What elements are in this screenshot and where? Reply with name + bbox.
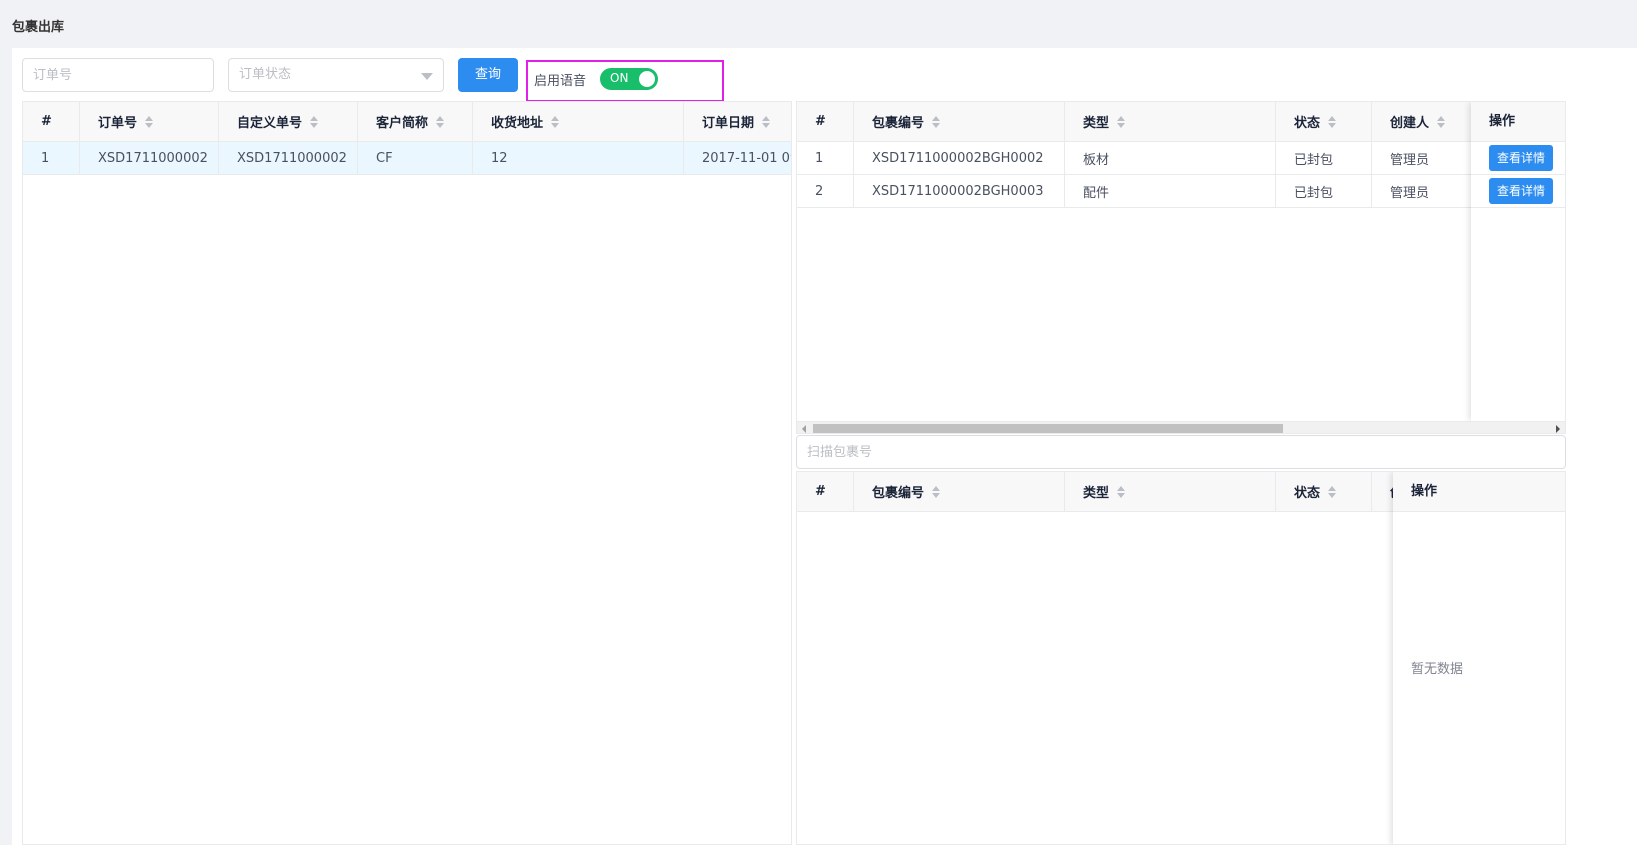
- cell-index: 1: [797, 142, 854, 174]
- cell-creator: 管理员: [1372, 142, 1472, 174]
- col-address[interactable]: 收货地址: [473, 102, 684, 141]
- scroll-right-icon[interactable]: [1556, 425, 1560, 433]
- col-type[interactable]: 类型: [1065, 472, 1276, 511]
- sort-icon[interactable]: [762, 115, 771, 128]
- cell-creator: 管理员: [1372, 175, 1472, 207]
- cell-status: 已封包: [1276, 175, 1372, 207]
- chevron-down-icon: [421, 73, 433, 80]
- sort-icon[interactable]: [551, 115, 560, 128]
- orders-table: # 订单号 自定义单号 客户简称 收货地址 订单日期 1 XSD17110000…: [22, 101, 792, 845]
- cell-status: 已封包: [1276, 142, 1372, 174]
- col-package-no[interactable]: 包裹编号: [854, 472, 1065, 511]
- voice-switch-text: ON: [610, 71, 629, 85]
- voice-label: 启用语音: [534, 74, 587, 89]
- order-no-input[interactable]: [22, 58, 214, 92]
- switch-knob: [639, 71, 655, 87]
- page-title: 包裹出库: [12, 20, 65, 35]
- sort-icon[interactable]: [1437, 115, 1446, 128]
- query-button[interactable]: 查询: [458, 58, 518, 92]
- sort-icon[interactable]: [310, 115, 319, 128]
- empty-text: 暂无数据: [1411, 662, 1464, 677]
- cell-package-no: XSD1711000002BGH0003: [854, 175, 1065, 207]
- cell-type: 板材: [1065, 142, 1276, 174]
- col-index: #: [797, 102, 854, 141]
- voice-toggle-group: 启用语音 ON: [526, 60, 724, 102]
- sort-icon[interactable]: [1117, 485, 1126, 498]
- sort-icon[interactable]: [1328, 485, 1337, 498]
- orders-table-header: # 订单号 自定义单号 客户简称 收货地址 订单日期: [23, 102, 791, 142]
- order-status-select[interactable]: 订单状态: [228, 58, 444, 92]
- sort-icon[interactable]: [436, 115, 445, 128]
- col-index: #: [797, 472, 854, 511]
- col-date[interactable]: 订单日期: [684, 102, 791, 141]
- col-package-no[interactable]: 包裹编号: [854, 102, 1065, 141]
- col-type[interactable]: 类型: [1065, 102, 1276, 141]
- voice-switch[interactable]: ON: [600, 68, 658, 90]
- col-custom-no[interactable]: 自定义单号: [219, 102, 358, 141]
- col-status[interactable]: 状态: [1276, 102, 1372, 141]
- packages-table: # 包裹编号 类型 状态 创建人 1 XSD1711000002BGH0002 …: [796, 101, 1566, 434]
- col-status[interactable]: 状态: [1276, 472, 1372, 511]
- cell-index: 1: [23, 142, 80, 174]
- sort-icon[interactable]: [145, 115, 154, 128]
- cell-package-no: XSD1711000002BGH0002: [854, 142, 1065, 174]
- packages-table-header: # 包裹编号 类型 状态 创建人: [797, 102, 1565, 142]
- col-creator[interactable]: 创建人: [1372, 102, 1472, 141]
- col-action: 操作: [1471, 102, 1565, 142]
- sort-icon[interactable]: [1328, 115, 1337, 128]
- col-action: 操作: [1393, 472, 1565, 512]
- col-customer[interactable]: 客户简称: [358, 102, 473, 141]
- scroll-left-icon[interactable]: [802, 425, 806, 433]
- col-order-no[interactable]: 订单号: [80, 102, 219, 141]
- cell-date: 2017-11-01 09:: [702, 150, 791, 166]
- sort-icon[interactable]: [932, 485, 941, 498]
- horizontal-scrollbar[interactable]: [797, 421, 1565, 433]
- cell-type: 配件: [1065, 175, 1276, 207]
- main-panel: 订单状态 查询 启用语音 ON # 订单号 自定义单号 客户简称 收货地址 订单…: [12, 48, 1637, 845]
- action-cell: 查看详情: [1471, 142, 1565, 175]
- sort-icon[interactable]: [1117, 115, 1126, 128]
- view-detail-button[interactable]: 查看详情: [1489, 178, 1554, 204]
- action-column: 操作 查看详情 查看详情: [1471, 102, 1565, 421]
- view-detail-button[interactable]: 查看详情: [1489, 145, 1554, 171]
- scanned-table: # 包裹编号 类型 状态 创 操作 暂无数据: [796, 471, 1566, 845]
- cell-order-no: XSD1711000002: [80, 142, 219, 174]
- table-row[interactable]: 1 XSD1711000002BGH0002 板材 已封包 管理员: [797, 142, 1565, 175]
- scan-package-input[interactable]: [796, 435, 1566, 469]
- order-status-placeholder: 订单状态: [239, 67, 292, 82]
- cell-custom-no: XSD1711000002: [219, 142, 358, 174]
- table-row[interactable]: 2 XSD1711000002BGH0003 配件 已封包 管理员: [797, 175, 1565, 208]
- sort-icon[interactable]: [932, 115, 941, 128]
- col-index: #: [23, 102, 80, 141]
- cell-index: 2: [797, 175, 854, 207]
- scrollbar-thumb[interactable]: [813, 424, 1283, 433]
- cell-address: 12: [473, 142, 684, 174]
- action-column: 操作 暂无数据: [1393, 472, 1565, 844]
- table-row[interactable]: 1 XSD1711000002 XSD1711000002 CF 12 2017…: [23, 142, 791, 175]
- cell-customer: CF: [358, 142, 473, 174]
- action-cell: 查看详情: [1471, 175, 1565, 208]
